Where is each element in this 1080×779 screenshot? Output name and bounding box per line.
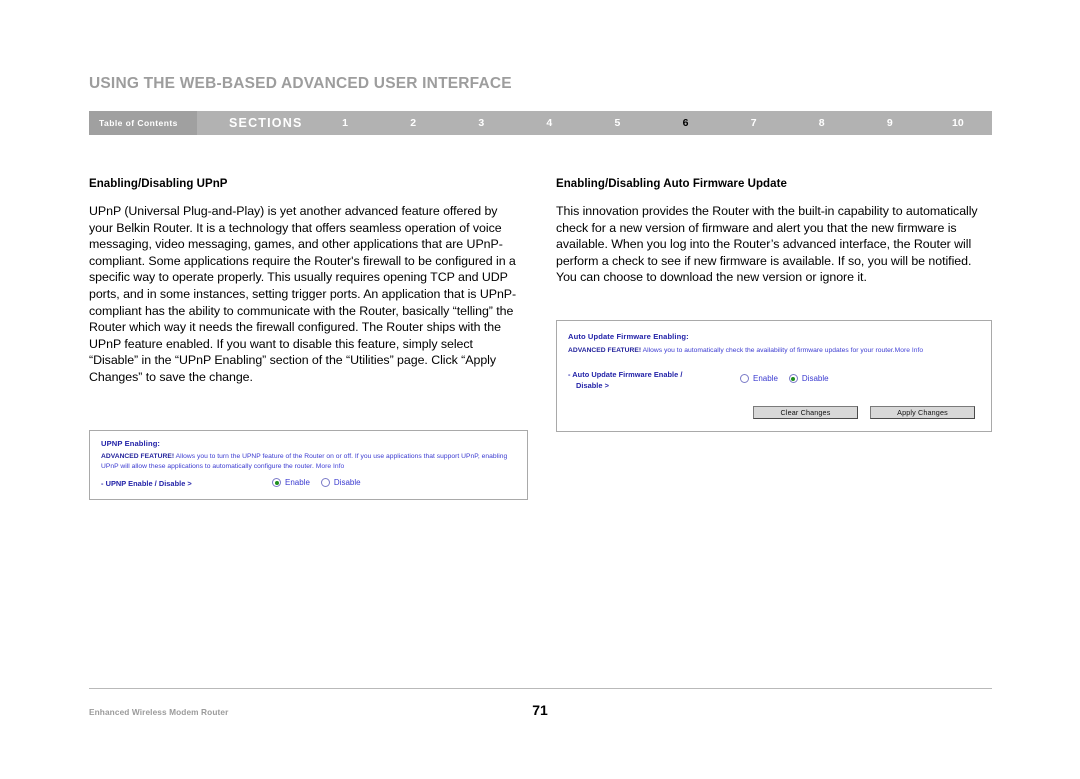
firmware-more-info-link[interactable]: More Info (895, 347, 924, 354)
firmware-radio-enable-label: Enable (753, 374, 778, 383)
firmware-field-label-line2: Disable > (576, 380, 609, 390)
upnp-panel-description: ADVANCED FEATURE! Allows you to turn the… (101, 452, 515, 471)
section-number-6[interactable]: 6 (651, 117, 719, 129)
firmware-field-label-line1: - Auto Update Firmware Enable / (568, 370, 683, 379)
upnp-advanced-feature-label: ADVANCED FEATURE! (101, 453, 175, 460)
radio-unselected-icon[interactable] (320, 478, 330, 487)
section-number-3[interactable]: 3 (447, 117, 515, 129)
radio-selected-icon[interactable] (788, 374, 798, 383)
firmware-field-label: - Auto Update Firmware Enable / Disable … (568, 370, 738, 391)
right-column: Enabling/Disabling Auto Firmware Update … (556, 178, 986, 286)
section-number-5[interactable]: 5 (583, 117, 651, 129)
section-number-8[interactable]: 8 (788, 117, 856, 129)
document-page: USING THE WEB-BASED ADVANCED USER INTERF… (0, 0, 1080, 779)
upnp-radio-disable-label: Disable (333, 478, 361, 487)
firmware-panel-description: ADVANCED FEATURE! Allows you to automati… (568, 346, 968, 356)
radio-unselected-icon[interactable] (740, 374, 749, 383)
sections-label: SECTIONS (229, 116, 303, 130)
radio-selected-icon[interactable] (272, 478, 281, 487)
left-column: Enabling/Disabling UPnP UPnP (Universal … (89, 178, 519, 386)
firmware-radio-group: Enable Disable (740, 374, 829, 383)
section-number-4[interactable]: 4 (515, 117, 583, 129)
upnp-radio-enable-label: Enable (285, 478, 310, 487)
upnp-enabling-panel: UPNP Enabling: ADVANCED FEATURE! Allows … (89, 430, 528, 500)
page-title: USING THE WEB-BASED ADVANCED USER INTERF… (89, 75, 512, 92)
firmware-radio-disable[interactable]: Disable (788, 374, 829, 383)
left-column-paragraph: UPnP (Universal Plug-and-Play) is yet an… (89, 204, 517, 384)
upnp-field-label: - UPNP Enable / Disable > (101, 479, 192, 488)
left-column-heading: Enabling/Disabling UPnP (89, 178, 228, 190)
upnp-radio-disable[interactable]: Disable (320, 478, 361, 487)
section-number-1[interactable]: 1 (311, 117, 379, 129)
section-number-7[interactable]: 7 (720, 117, 788, 129)
table-of-contents-link[interactable]: Table of Contents (89, 111, 197, 135)
firmware-advanced-feature-label: ADVANCED FEATURE! (568, 347, 642, 354)
firmware-panel-title: Auto Update Firmware Enabling: (568, 332, 689, 341)
upnp-radio-enable[interactable]: Enable (272, 478, 310, 487)
clear-changes-button[interactable]: Clear Changes (753, 406, 858, 419)
firmware-radio-enable[interactable]: Enable (740, 374, 778, 383)
section-number-9[interactable]: 9 (856, 117, 924, 129)
upnp-radio-group: Enable Disable (272, 478, 361, 487)
right-column-heading: Enabling/Disabling Auto Firmware Update (556, 178, 787, 190)
firmware-button-row: Clear Changes Apply Changes (753, 406, 975, 419)
upnp-more-info-link[interactable]: More Info (316, 463, 345, 470)
upnp-panel-title: UPNP Enabling: (101, 439, 161, 448)
auto-update-firmware-panel: Auto Update Firmware Enabling: ADVANCED … (556, 320, 992, 432)
footer-page-number: 71 (532, 702, 548, 718)
table-of-contents-label: Table of Contents (99, 118, 178, 128)
section-number-2[interactable]: 2 (379, 117, 447, 129)
firmware-radio-disable-label: Disable (801, 374, 829, 383)
right-column-paragraph: This innovation provides the Router with… (556, 204, 978, 285)
section-number-10[interactable]: 10 (924, 117, 992, 129)
footer-divider (89, 688, 992, 689)
firmware-description-text: Allows you to automatically check the av… (641, 347, 895, 354)
section-number-list: 1 2 3 4 5 6 7 8 9 10 (311, 111, 992, 135)
section-navigation-bar: Table of Contents SECTIONS 1 2 3 4 5 6 7… (89, 111, 992, 135)
apply-changes-button[interactable]: Apply Changes (870, 406, 975, 419)
